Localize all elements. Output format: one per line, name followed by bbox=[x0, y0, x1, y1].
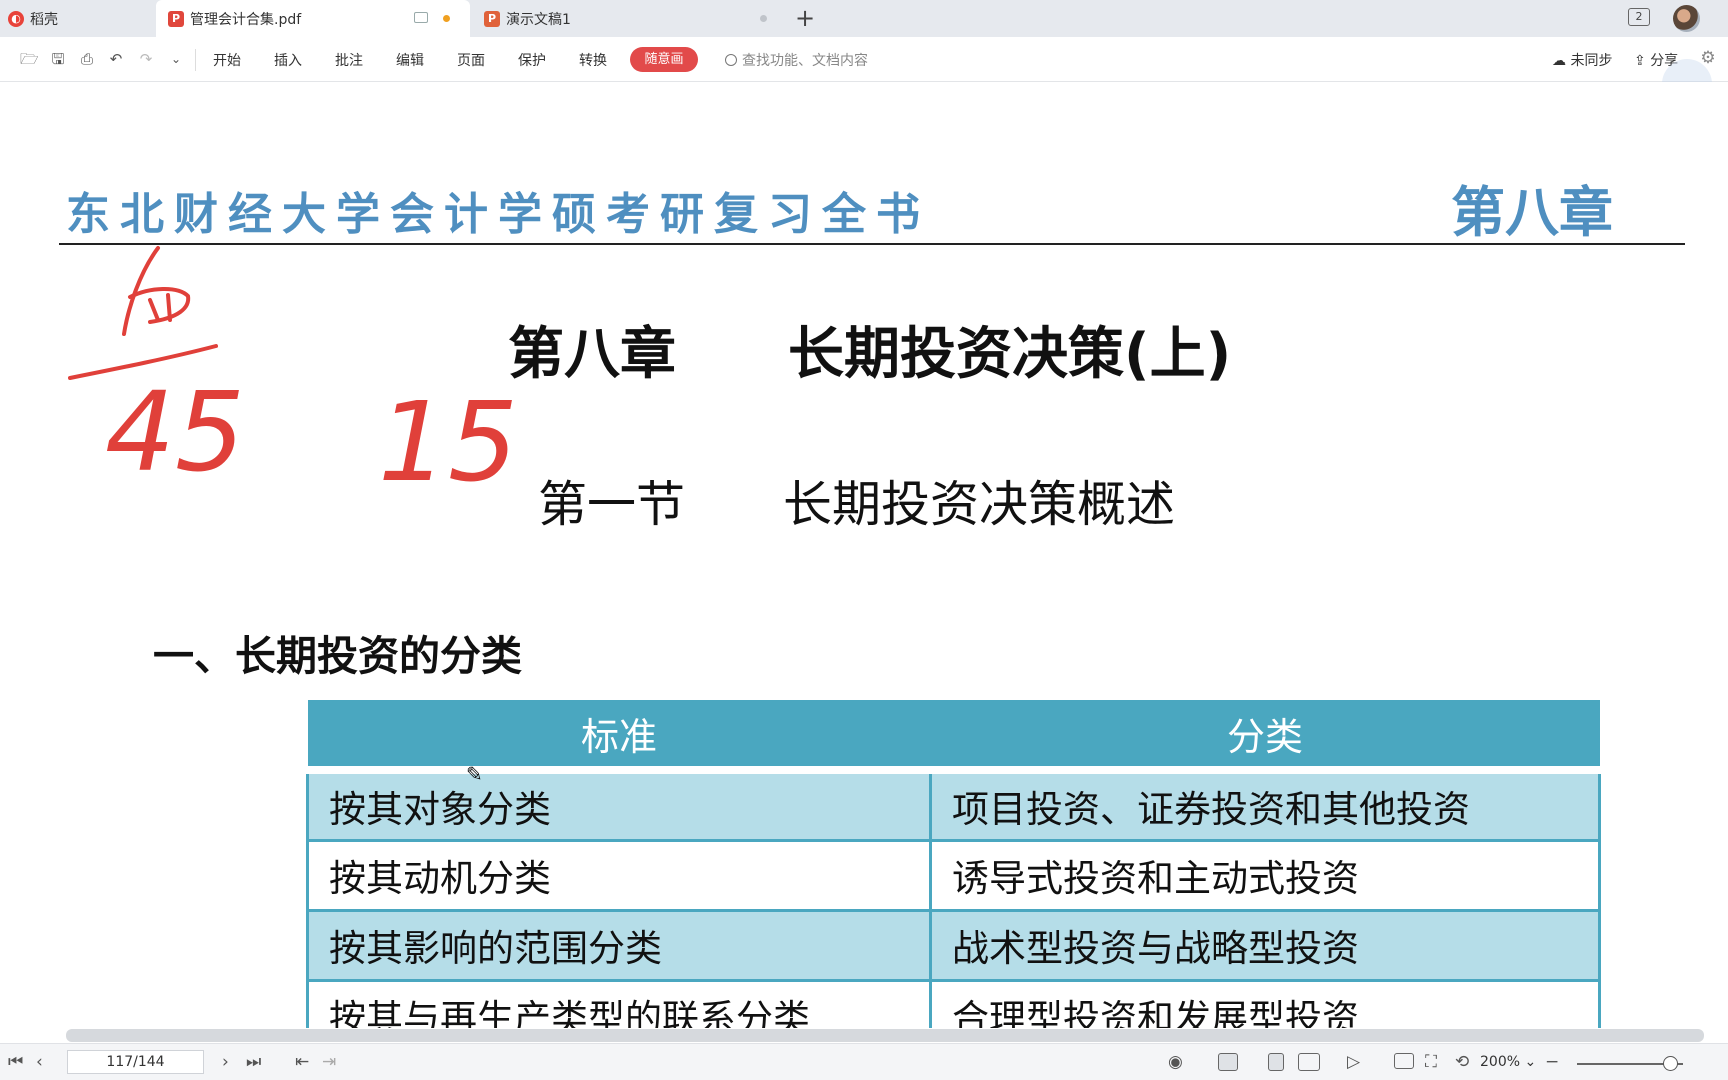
gear-icon[interactable]: ⚙ bbox=[1698, 48, 1718, 68]
search-placeholder: 查找功能、文档内容 bbox=[742, 53, 868, 69]
unsaved-dot-icon bbox=[443, 15, 450, 22]
undo-icon[interactable]: ↶ bbox=[107, 50, 125, 68]
open-folder-icon[interactable]: 🗁 bbox=[20, 50, 39, 68]
part-heading: 一、长期投资的分类 bbox=[153, 632, 522, 680]
zoom-value: 200% bbox=[1480, 1054, 1521, 1070]
table-cell-category: 诱导式投资和主动式投资 bbox=[929, 838, 1601, 912]
tab-pdf-label: 管理会计合集.pdf bbox=[190, 11, 302, 28]
share-icon: ⇪ bbox=[1634, 53, 1646, 69]
table-cell-standard: 按其对象分类 bbox=[306, 768, 932, 842]
chapter-heading: 第八章 长期投资决策(上) bbox=[508, 322, 1232, 387]
menu-insert[interactable]: 插入 bbox=[274, 50, 302, 70]
document-page: 东北财经大学会计学硕考研复习全书 第八章 45 15 第八章 长期投资决策(上)… bbox=[0, 82, 1728, 1028]
redo-icon[interactable]: ↷ bbox=[137, 50, 155, 68]
menu-page[interactable]: 页面 bbox=[457, 50, 485, 70]
sync-status[interactable]: ☁ 未同步 bbox=[1552, 50, 1612, 70]
tab-pdf-document[interactable]: P 管理会计合集.pdf bbox=[156, 0, 470, 37]
next-page-icon[interactable]: › bbox=[222, 1052, 229, 1072]
toolbar-divider bbox=[195, 49, 196, 71]
monitor-icon[interactable] bbox=[414, 12, 428, 23]
doodle-button[interactable]: 随意画 bbox=[630, 47, 698, 72]
section-heading: 第一节 长期投资决策概述 bbox=[538, 476, 1176, 533]
sync-label: 未同步 bbox=[1570, 53, 1613, 69]
eye-icon[interactable]: ◉ bbox=[1168, 1052, 1183, 1072]
status-bar: ⏮ ‹ 117/144 › ⏭ ⇤ ⇥ ◉ ▷ ⛶ ⟲ 200% ⌄ − bbox=[0, 1043, 1728, 1080]
zoom-out-icon[interactable]: − bbox=[1545, 1052, 1559, 1072]
table-cell-category: 战术型投资与战略型投资 bbox=[929, 908, 1601, 982]
tab-daoke-label: 稻壳 bbox=[30, 11, 58, 28]
table-row: 按其影响的范围分类 战术型投资与战略型投资 bbox=[306, 908, 1601, 982]
new-tab-button[interactable]: + bbox=[795, 6, 815, 30]
two-page-icon[interactable] bbox=[1298, 1053, 1320, 1071]
daoke-logo-icon: ◐ bbox=[8, 10, 24, 27]
menu-start[interactable]: 开始 bbox=[213, 50, 241, 70]
pen-cursor-icon: ✎ bbox=[466, 762, 483, 786]
handwriting-15: 15 bbox=[378, 378, 518, 502]
tab-close-dot-icon[interactable] bbox=[760, 15, 767, 22]
tab-ppt-label: 演示文稿1 bbox=[506, 11, 571, 28]
ppt-icon: P bbox=[484, 10, 500, 27]
search-input[interactable]: 查找功能、文档内容 bbox=[725, 50, 868, 70]
handwriting-45: 45 bbox=[105, 368, 245, 496]
play-icon[interactable]: ▷ bbox=[1347, 1052, 1360, 1072]
menu-protect[interactable]: 保护 bbox=[518, 50, 546, 70]
tab-count-icon[interactable]: 2 bbox=[1628, 8, 1650, 26]
back-view-icon[interactable]: ⇤ bbox=[295, 1052, 309, 1072]
classification-table: 标准 分类 按其对象分类 项目投资、证券投资和其他投资 按其动机分类 诱导式投资… bbox=[306, 700, 1601, 1028]
continuous-view-icon[interactable] bbox=[1218, 1053, 1238, 1071]
save-icon[interactable]: 🖫 bbox=[49, 50, 67, 68]
pdf-icon: P bbox=[168, 10, 184, 27]
table-row: 按其对象分类 项目投资、证券投资和其他投资 bbox=[306, 768, 1601, 842]
forward-view-icon[interactable]: ⇥ bbox=[322, 1052, 336, 1072]
table-header-standard: 标准 bbox=[307, 700, 931, 774]
running-header-title: 东北财经大学会计学硕考研复习全书 bbox=[66, 189, 930, 240]
print-icon[interactable]: ⎙ bbox=[78, 50, 96, 68]
cloud-icon: ☁ bbox=[1552, 53, 1566, 69]
header-rule bbox=[59, 243, 1685, 245]
running-header-chapter: 第八章 bbox=[1451, 181, 1613, 244]
toolbar: 🗁 🖫 ⎙ ↶ ↷ ⌄ 开始 插入 批注 编辑 页面 保护 转换 随意画 查找功… bbox=[0, 37, 1728, 109]
table-cell-standard: 按其动机分类 bbox=[306, 838, 932, 912]
actual-size-icon[interactable] bbox=[1394, 1053, 1414, 1069]
menu-edit[interactable]: 编辑 bbox=[396, 50, 424, 70]
table-cell-standard: 按其影响的范围分类 bbox=[306, 908, 932, 982]
table-cell-category: 项目投资、证券投资和其他投资 bbox=[929, 768, 1601, 842]
chevron-down-icon[interactable]: ⌄ bbox=[167, 50, 185, 68]
horizontal-scrollbar[interactable] bbox=[66, 1029, 1704, 1042]
avatar[interactable] bbox=[1673, 5, 1700, 32]
rotate-icon[interactable]: ⟲ bbox=[1455, 1052, 1469, 1072]
menu-convert[interactable]: 转换 bbox=[579, 50, 607, 70]
handwriting-annotation: 45 15 bbox=[68, 246, 518, 502]
tab-daoke[interactable]: ◐ 稻壳 bbox=[8, 0, 154, 37]
table-row: 按其与再生产类型的联系分类 合理型投资和发展型投资 bbox=[306, 978, 1601, 1028]
table-row: 按其动机分类 诱导式投资和主动式投资 bbox=[306, 838, 1601, 912]
tab-bar: ◐ 稻壳 P 管理会计合集.pdf P 演示文稿1 + 2 bbox=[0, 0, 1728, 37]
page-number-input[interactable]: 117/144 bbox=[67, 1050, 204, 1074]
first-page-icon[interactable]: ⏮ bbox=[8, 1052, 23, 1072]
search-icon bbox=[725, 54, 737, 66]
zoom-slider-handle[interactable] bbox=[1663, 1056, 1678, 1071]
prev-page-icon[interactable]: ‹ bbox=[36, 1052, 43, 1072]
menu-annotate[interactable]: 批注 bbox=[335, 50, 363, 70]
zoom-level[interactable]: 200% ⌄ bbox=[1480, 1054, 1536, 1070]
tab-presentation[interactable]: P 演示文稿1 bbox=[478, 0, 782, 37]
fit-page-icon[interactable]: ⛶ bbox=[1425, 1052, 1437, 1072]
last-page-icon[interactable]: ⏭ bbox=[246, 1052, 261, 1072]
table-header-row: 标准 分类 bbox=[307, 700, 1600, 774]
table-cell-category: 合理型投资和发展型投资 bbox=[929, 978, 1601, 1028]
table-header-category: 分类 bbox=[930, 700, 1600, 774]
single-page-icon[interactable] bbox=[1268, 1053, 1284, 1071]
chevron-down-icon: ⌄ bbox=[1524, 1054, 1537, 1070]
table-cell-standard: 按其与再生产类型的联系分类 bbox=[306, 978, 932, 1028]
